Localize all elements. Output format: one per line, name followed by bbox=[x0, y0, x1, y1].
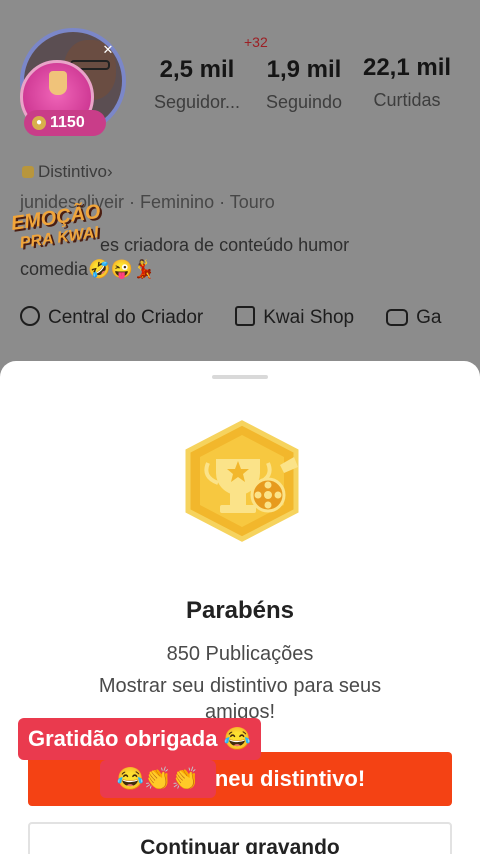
gamepad-icon bbox=[386, 309, 409, 326]
shopping-bag-icon bbox=[235, 306, 256, 326]
profile-header: ✕ ● 1150 +32 2,5 mil Seguidor... 1,9 mil… bbox=[0, 0, 480, 370]
caption-overlay: 😂👏👏 bbox=[100, 760, 216, 798]
drag-handle[interactable] bbox=[212, 375, 268, 379]
stat-following[interactable]: 1,9 mil Seguindo bbox=[258, 56, 350, 113]
sticker-overlay: EMOÇÃO PRA KWAI bbox=[10, 200, 117, 283]
bolt-circle-icon bbox=[20, 306, 40, 326]
quick-link-creator-center[interactable]: Central do Criador bbox=[20, 306, 203, 329]
chevron-right-icon: › bbox=[106, 162, 113, 181]
trophy-icon bbox=[49, 71, 67, 95]
close-icon[interactable]: ✕ bbox=[100, 42, 116, 58]
publication-count: 850 Publicações bbox=[166, 643, 314, 665]
continue-recording-button[interactable]: Continuar gravando bbox=[28, 822, 452, 854]
stat-likes[interactable]: 22,1 mil Curtidas bbox=[358, 54, 456, 111]
quick-link-kwai-shop[interactable]: Kwai Shop bbox=[235, 306, 354, 329]
distintivo-link[interactable]: Distintivo› bbox=[22, 162, 113, 182]
badge-icon bbox=[22, 166, 34, 178]
stat-label: Seguindo bbox=[265, 92, 343, 112]
quick-link-label: Kwai Shop bbox=[263, 307, 355, 328]
stat-value: 1,9 mil bbox=[266, 56, 342, 83]
stat-value: 2,5 mil bbox=[159, 56, 235, 83]
quick-links: Central do Criador Kwai Shop Ga bbox=[20, 306, 473, 334]
stat-label: Seguidor... bbox=[153, 92, 241, 112]
sheet-title: Parabéns bbox=[185, 597, 295, 624]
caption-overlay: Gratidão obrigada 😂 bbox=[18, 718, 261, 760]
new-followers-badge: +32 bbox=[244, 34, 268, 50]
trophy-medal-icon bbox=[185, 420, 299, 542]
quick-link-games[interactable]: Ga bbox=[386, 307, 441, 329]
coin-icon: ● bbox=[32, 116, 46, 130]
quick-link-label: Ga bbox=[416, 307, 442, 328]
quick-link-label: Central do Criador bbox=[48, 307, 204, 328]
show-badge-button[interactable]: neu distintivo! bbox=[28, 752, 452, 806]
stat-followers[interactable]: 2,5 mil Seguidor... bbox=[148, 56, 246, 113]
avatar[interactable]: ✕ ● 1150 bbox=[18, 26, 130, 138]
coin-count: ● 1150 bbox=[24, 110, 106, 136]
coin-count-value: 1150 bbox=[50, 114, 85, 131]
distintivo-label: Distintivo bbox=[38, 162, 107, 181]
badge-bottom-sheet: Parabéns 850 Publicações Mostrar seu dis… bbox=[0, 361, 480, 854]
stat-label: Curtidas bbox=[373, 90, 441, 110]
stat-value: 22,1 mil bbox=[362, 54, 452, 81]
